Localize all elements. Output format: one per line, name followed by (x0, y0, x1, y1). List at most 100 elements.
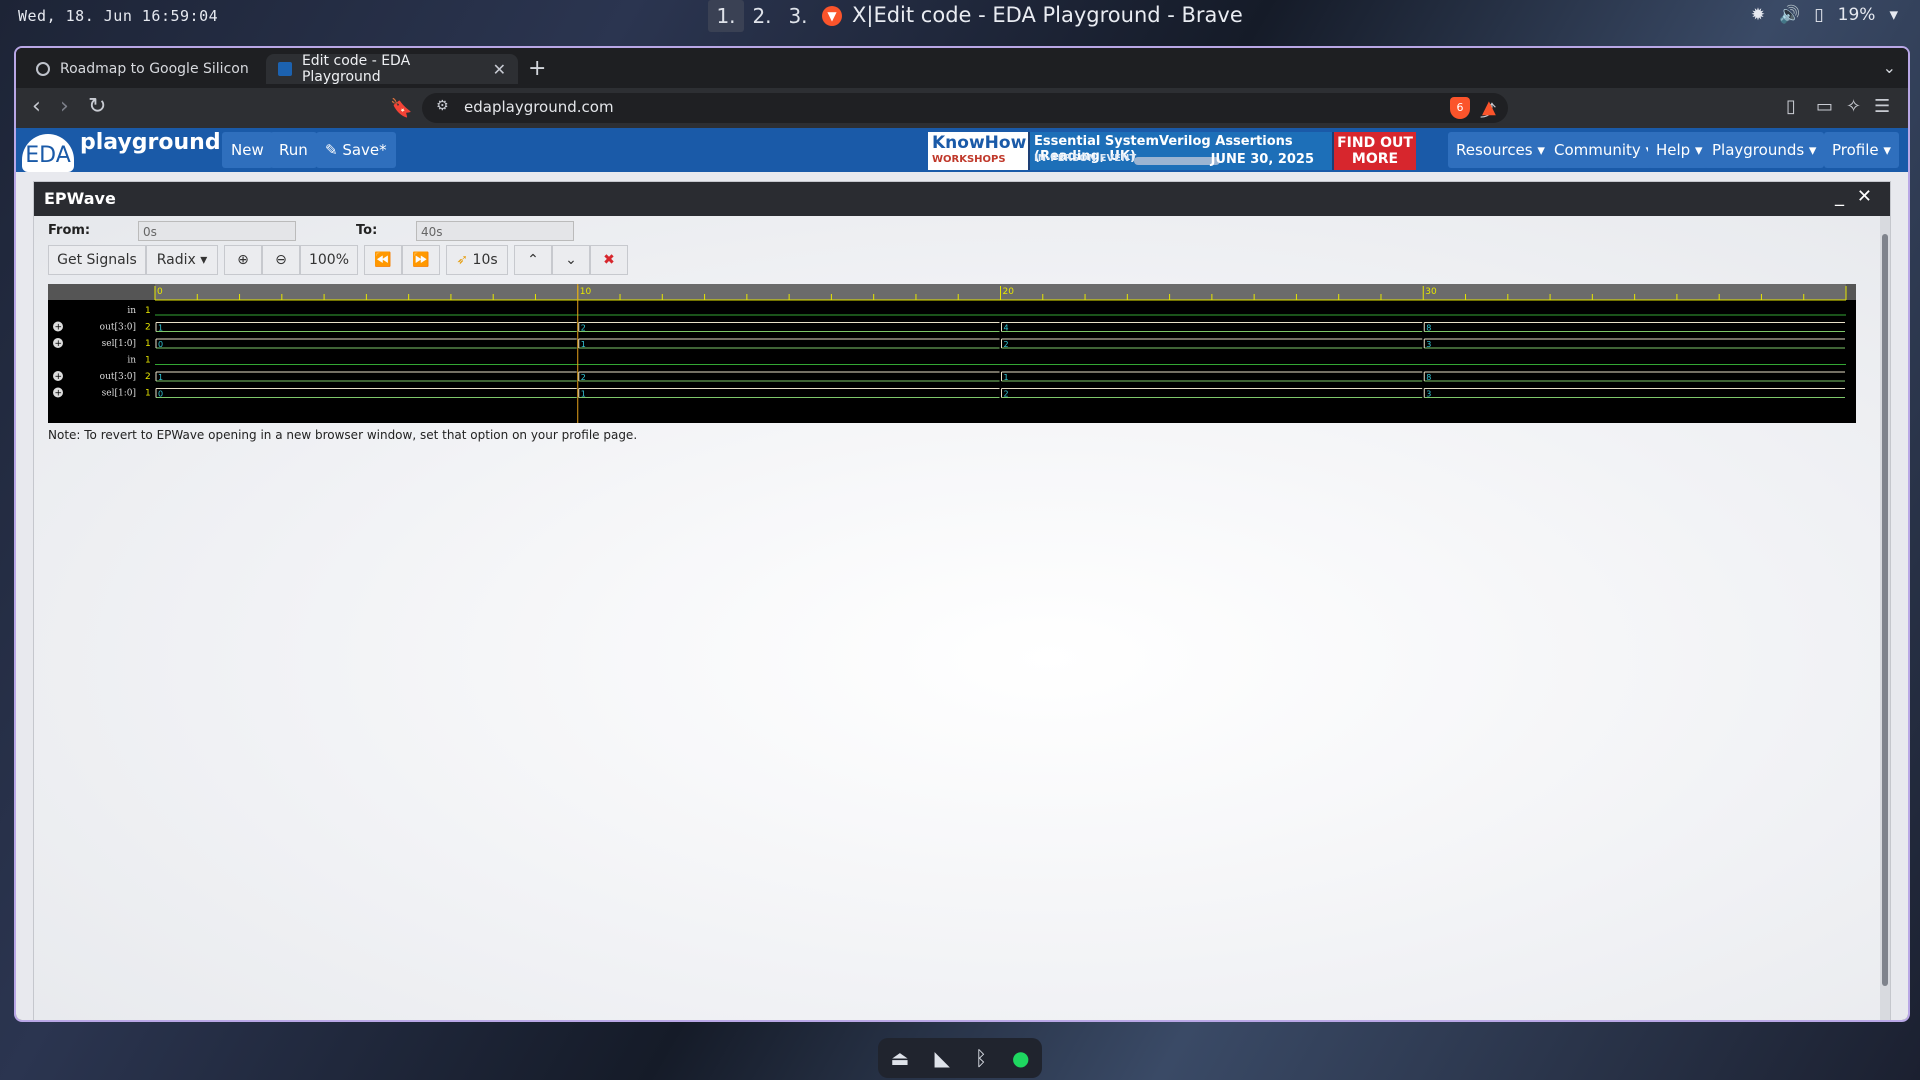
cursor-time-button[interactable]: ➶ 10s (446, 245, 508, 275)
menu-icon[interactable]: ☰ (1874, 96, 1890, 117)
address-bar[interactable]: ⚙ edaplayground.com ⤴ (422, 93, 1508, 123)
signal-name: out[3:0] (100, 372, 136, 382)
spotify-icon[interactable]: ● (1012, 1046, 1029, 1070)
expand-plus: + (55, 339, 63, 349)
url-text[interactable]: edaplayground.com (464, 98, 614, 116)
chevron-down-icon[interactable]: ⌄ (1883, 58, 1896, 77)
bus-value: 2 (581, 324, 586, 333)
chevron-up-icon[interactable]: ⌃ (514, 245, 552, 275)
window-title: X|Edit code - EDA Playground - Brave (852, 3, 1243, 27)
tab-strip: Roadmap to Google Silicon Edit code - ED… (16, 48, 1908, 88)
battery-icon[interactable]: ▯ (1814, 5, 1823, 25)
eda-playground-logo[interactable]: EDA playground (22, 128, 221, 172)
chevron-down-icon[interactable]: ▾ (1889, 5, 1898, 25)
zoom-in-icon[interactable]: ⊕ (224, 245, 262, 275)
bus-value: 4 (1004, 324, 1009, 333)
bus-value: 1 (158, 373, 163, 382)
menu-community[interactable]: Community ▾ (1546, 132, 1662, 168)
ad-banner[interactable]: KnowHow WORKSHOPS Essential SystemVerilo… (928, 132, 1416, 170)
wifi-icon[interactable]: ◣ (935, 1046, 950, 1070)
signal-name: sel[1:0] (102, 389, 136, 399)
site-info-icon[interactable]: ⚙ (436, 98, 449, 114)
forward-arrow-icon[interactable]: › (60, 94, 69, 119)
cursor-icon: ➶ (456, 252, 469, 268)
get-signals-button[interactable]: Get Signals (48, 245, 146, 275)
chevron-down-icon[interactable]: ⌄ (552, 245, 590, 275)
signal-width: 1 (145, 339, 151, 349)
eda-favicon-icon (278, 62, 292, 76)
from-label: From: (48, 223, 91, 238)
scrollbar-thumb[interactable] (1882, 234, 1888, 986)
waveform-canvas: 0 10 20 30in 1+ out[3:0] 2 1 2 4 8+ sel[1:0] 1 0 1 2 3in… (48, 284, 1856, 423)
to-field[interactable]: 40s (416, 221, 574, 241)
eject-icon[interactable]: ⏏ (891, 1046, 910, 1070)
signal-width: 2 (145, 323, 151, 333)
signal-width: 1 (145, 356, 151, 366)
signal-name: sel[1:0] (102, 339, 136, 349)
leo-ai-icon[interactable]: ✧ (1846, 96, 1861, 117)
bus-value: 1 (581, 340, 586, 349)
brave-rewards-icon[interactable]: ▲ (1482, 97, 1504, 119)
bus-value: 1 (581, 390, 586, 399)
browser-toolbar: ‹ › ↻ 🔖 ⚙ edaplayground.com ⤴ 6 ▲ ▯ ▭ ✧ … (16, 88, 1908, 128)
save-button[interactable]: ✎ Save* (316, 132, 396, 168)
menu-playgrounds[interactable]: Playgrounds ▾ (1704, 132, 1825, 168)
time-marker-label: 0 (157, 287, 163, 297)
settings-icon[interactable]: ✹ (1751, 5, 1765, 25)
bluetooth-icon[interactable]: ᛒ (975, 1046, 987, 1070)
volume-icon[interactable]: 🔊 (1779, 5, 1800, 25)
tab-roadmap[interactable]: Roadmap to Google Silicon (24, 54, 274, 84)
system-clock: Wed, 18. Jun 16:59:04 (18, 7, 219, 25)
workspace-2[interactable]: 2. (744, 0, 780, 32)
from-field[interactable]: 0s (138, 221, 296, 241)
wallet-icon[interactable]: ▭ (1816, 96, 1833, 117)
reload-icon[interactable]: ↻ (88, 94, 106, 119)
zoom-out-icon[interactable]: ⊖ (262, 245, 300, 275)
close-tab-icon[interactable]: ✕ (493, 60, 506, 79)
clear-icon[interactable]: ✖ (590, 245, 628, 275)
menu-profile[interactable]: Profile ▾ (1824, 132, 1899, 168)
workspace-switcher: 1. 2. 3. (708, 0, 816, 32)
new-tab-button[interactable]: + (528, 56, 546, 81)
bus-value: 0 (158, 340, 163, 349)
signal-width: 2 (145, 372, 151, 382)
tab-edit-code[interactable]: Edit code - EDA Playground ✕ (266, 53, 518, 85)
back-arrow-icon[interactable]: ‹ (32, 94, 41, 119)
epwave-modal: EPWave _ ✕ From: 0s To: 40s Get Signals … (34, 182, 1890, 1020)
minimize-icon[interactable]: _ (1835, 186, 1844, 207)
modal-title: EPWave (44, 189, 116, 208)
signal-name: out[3:0] (100, 323, 136, 333)
bus-value: 0 (158, 390, 163, 399)
close-icon[interactable]: ✕ (1857, 186, 1872, 207)
modal-body: From: 0s To: 40s Get Signals Radix ▾ ⊕ ⊖… (34, 216, 1880, 1020)
new-button[interactable]: New (222, 132, 273, 168)
run-button[interactable]: Run (270, 132, 317, 168)
fast-forward-icon[interactable]: ⏩ (402, 245, 440, 275)
menu-resources[interactable]: Resources ▾ (1448, 132, 1553, 168)
ad-cta-button[interactable]: FIND OUT MORE (1334, 132, 1416, 170)
modal-scrollbar[interactable] (1880, 216, 1890, 1020)
bookmark-icon[interactable]: 🔖 (390, 98, 412, 119)
bus-value: 2 (1004, 340, 1009, 349)
rewind-icon[interactable]: ⏪ (364, 245, 402, 275)
workspace-3[interactable]: 3. (780, 0, 816, 32)
time-marker-label: 10 (580, 287, 592, 297)
waveform-viewer[interactable]: 0 10 20 30 in 1 + out[3:0] 2 1 2 4 8 + sel[1:0] 1 0 1 2 3 in… (48, 284, 1856, 423)
ad-date: JUNE 30, 2025 (1210, 152, 1314, 167)
workspace-1[interactable]: 1. (708, 0, 744, 32)
bus-value: 2 (1004, 390, 1009, 399)
signal-name: in (127, 306, 136, 316)
radix-dropdown[interactable]: Radix ▾ (146, 245, 218, 275)
ad-logo: KnowHow WORKSHOPS (928, 132, 1028, 170)
to-label: To: (356, 223, 378, 238)
menu-help[interactable]: Help ▾ (1648, 132, 1711, 168)
signal-width: 1 (145, 306, 151, 316)
expand-plus: + (55, 389, 63, 399)
time-marker-label: 30 (1425, 287, 1437, 297)
page-content: EDA playground New Run ✎ Save* KnowHow W… (16, 128, 1908, 1020)
zoom-level[interactable]: 100% (300, 245, 358, 275)
brave-shield-icon[interactable]: 6 (1450, 97, 1470, 119)
sidebar-icon[interactable]: ▯ (1786, 96, 1796, 117)
site-header: EDA playground New Run ✎ Save* KnowHow W… (16, 128, 1908, 172)
bus-value: 8 (1426, 324, 1431, 333)
